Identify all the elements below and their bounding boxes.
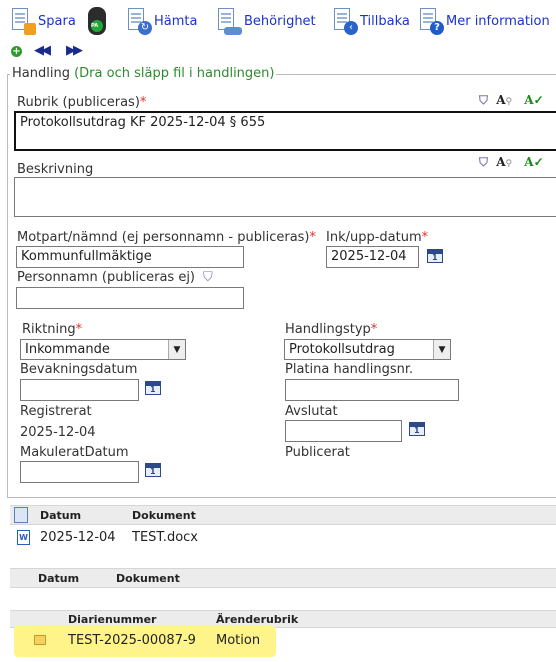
riktning-select[interactable]: Inkommande ▼ bbox=[20, 339, 186, 360]
attach-icon[interactable] bbox=[14, 507, 28, 523]
pa-text: PA bbox=[91, 23, 99, 29]
registrerat-label: Registrerat bbox=[20, 404, 92, 419]
riktning-value: Inkommande bbox=[25, 342, 110, 357]
cases-col-title[interactable]: Ärenderubrik bbox=[216, 613, 298, 626]
shield-icon: ⛉ bbox=[203, 270, 213, 285]
traffic-light-icon: PA bbox=[88, 7, 106, 35]
handlingstyp-label: Handlingstyp* bbox=[285, 322, 378, 337]
calendar-icon[interactable] bbox=[145, 381, 161, 395]
calendar-icon[interactable] bbox=[427, 249, 443, 263]
personnamn-label: Personnamn (publiceras ej) ⛉ bbox=[17, 270, 213, 285]
registrerat-value: 2025-12-04 bbox=[20, 425, 96, 440]
bevakning-label: Bevakningsdatum bbox=[20, 362, 138, 377]
riktning-label: Riktning* bbox=[22, 322, 83, 337]
permission-button[interactable]: Behörighet bbox=[216, 4, 316, 38]
inkupp-input[interactable]: 2025-12-04 bbox=[326, 246, 419, 268]
pa-status-button[interactable]: PA bbox=[88, 4, 106, 38]
makulerat-label: MakuleratDatum bbox=[20, 445, 129, 460]
next-icon[interactable]: ▶▶ bbox=[66, 43, 83, 58]
fetch-label: Hämta bbox=[154, 13, 198, 29]
case-number-link[interactable]: TEST-2025-00087-9 bbox=[68, 633, 196, 648]
bevakning-input[interactable] bbox=[20, 379, 139, 401]
table-row[interactable]: TEST-2025-00087-9 Motion bbox=[14, 630, 556, 654]
save-button[interactable]: Spara bbox=[10, 4, 76, 38]
back-icon: ‹ bbox=[332, 7, 358, 35]
rubrik-tools: ⛉ A⚲ A✓ bbox=[479, 93, 544, 107]
word-doc-icon: W bbox=[17, 530, 30, 545]
font-icon[interactable]: A bbox=[496, 93, 505, 107]
beskrivning-label: Beskrivning bbox=[17, 162, 94, 177]
save-icon bbox=[10, 7, 36, 35]
calendar-icon[interactable] bbox=[409, 422, 425, 436]
refresh-icon: ↻ bbox=[126, 7, 152, 35]
files-col-document[interactable]: Dokument bbox=[132, 509, 196, 522]
back-button[interactable]: ‹ Tillbaka bbox=[332, 4, 410, 38]
spellcheck-icon[interactable]: A✓ bbox=[524, 155, 543, 169]
permission-icon bbox=[216, 7, 242, 35]
legend-hint: (Dra och släpp fil i handlingen) bbox=[74, 66, 275, 81]
files-col-date[interactable]: Datum bbox=[40, 509, 81, 522]
beskrivning-tools: ⛉ A⚲ A✓ bbox=[479, 155, 544, 169]
legend-title: Handling bbox=[12, 66, 70, 81]
platina-input[interactable] bbox=[285, 379, 459, 401]
makulerat-input[interactable] bbox=[20, 461, 139, 483]
rubrik-input[interactable]: Protokollsutdrag KF 2025-12-04 § 655 bbox=[14, 111, 556, 151]
shield-icon[interactable]: ⛉ bbox=[479, 155, 488, 169]
platina-label: Platina handlingsnr. bbox=[285, 362, 414, 377]
case-title: Motion bbox=[216, 633, 261, 648]
rubrik-label: Rubrik (publiceras)* bbox=[17, 95, 147, 110]
motpart-label: Motpart/nämnd (ej personnamn - publicera… bbox=[17, 230, 317, 245]
table-row[interactable]: W 2025-12-04 TEST.docx bbox=[10, 526, 556, 550]
avslutat-label: Avslutat bbox=[285, 404, 338, 419]
publicerat-label: Publicerat bbox=[285, 445, 350, 460]
chevron-down-icon: ▼ bbox=[433, 340, 450, 359]
permission-label: Behörighet bbox=[244, 13, 316, 29]
inkupp-label: Ink/upp-datum* bbox=[326, 230, 429, 245]
info-icon: ? bbox=[418, 7, 444, 35]
first-icon[interactable]: ◀◀ bbox=[34, 43, 51, 58]
personnamn-input[interactable] bbox=[16, 287, 244, 309]
file-document-link[interactable]: TEST.docx bbox=[132, 530, 198, 545]
save-label: Spara bbox=[38, 13, 76, 29]
avslutat-input[interactable] bbox=[285, 420, 402, 442]
calendar-icon[interactable] bbox=[145, 463, 161, 477]
chevron-down-icon: ▼ bbox=[168, 340, 185, 359]
font-icon[interactable]: A bbox=[496, 155, 505, 169]
cases-col-number[interactable]: Diarienummer bbox=[68, 613, 156, 626]
file-date: 2025-12-04 bbox=[40, 530, 116, 545]
more-info-label: Mer information bbox=[446, 13, 550, 29]
spellcheck-icon[interactable]: A✓ bbox=[524, 93, 543, 107]
handlingstyp-value: Protokollsutdrag bbox=[289, 342, 395, 357]
motpart-input[interactable]: Kommunfullmäktige bbox=[16, 246, 244, 268]
fetch-button[interactable]: ↻ Hämta bbox=[126, 4, 197, 38]
docs-table-header: Datum Dokument bbox=[10, 568, 556, 588]
beskrivning-input[interactable] bbox=[14, 177, 556, 217]
folder-icon bbox=[34, 635, 46, 645]
handlingstyp-select[interactable]: Protokollsutdrag ▼ bbox=[284, 339, 451, 360]
back-label: Tillbaka bbox=[360, 13, 410, 29]
more-info-button[interactable]: ? Mer information bbox=[418, 4, 550, 38]
add-icon[interactable]: + bbox=[11, 46, 22, 57]
docs-col-date[interactable]: Datum bbox=[38, 572, 79, 585]
docs-col-document[interactable]: Dokument bbox=[116, 572, 180, 585]
shield-icon[interactable]: ⛉ bbox=[479, 93, 488, 107]
files-table-header: Datum Dokument bbox=[10, 505, 556, 525]
fieldset-legend: Handling (Dra och släpp fil i handlingen… bbox=[10, 66, 277, 81]
